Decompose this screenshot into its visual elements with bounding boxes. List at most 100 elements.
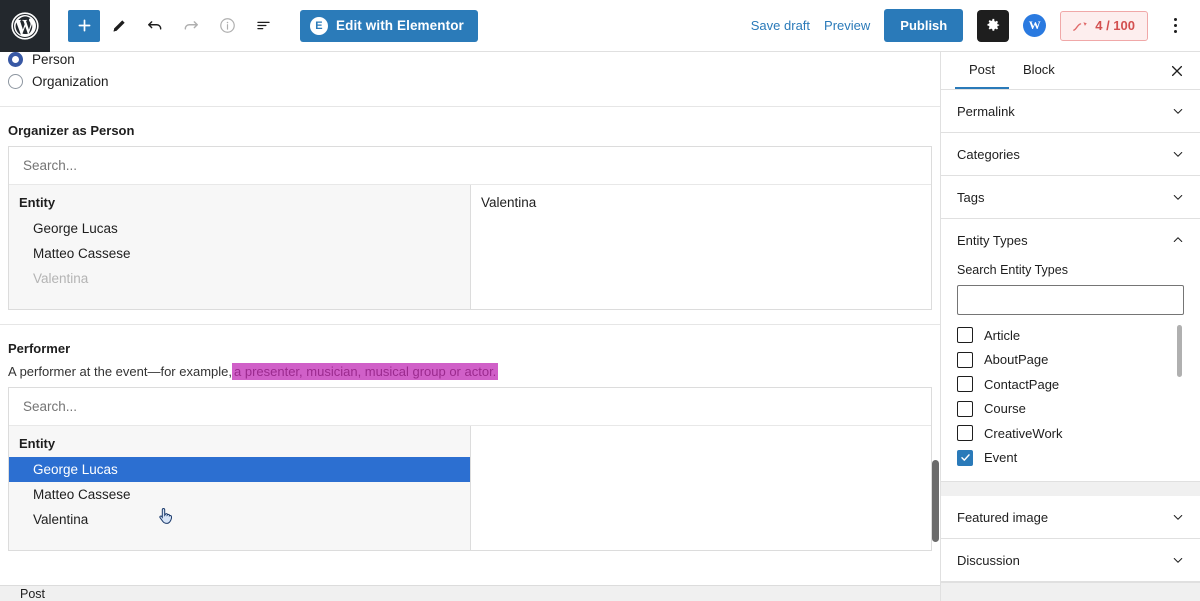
entity-type-label: Course — [984, 401, 1026, 417]
checkbox-course[interactable] — [957, 400, 973, 417]
radio-person[interactable] — [8, 52, 23, 67]
tab-block[interactable]: Block — [1009, 52, 1069, 89]
chevron-down-icon — [1173, 194, 1183, 200]
save-draft-button[interactable]: Save draft — [751, 18, 810, 33]
entity-type-article[interactable]: Article — [957, 323, 1184, 348]
elementor-label: Edit with Elementor — [336, 18, 464, 33]
redo-arrow-icon — [184, 20, 198, 30]
performer-description-plain: A performer at the event—for example, — [8, 364, 232, 379]
entity-kind-person-label: Person — [32, 52, 75, 67]
entity-type-label: Event — [984, 450, 1018, 466]
chevron-down-icon — [1173, 557, 1183, 563]
checkbox-creativework[interactable] — [957, 425, 973, 442]
organizer-field-label: Organizer as Person — [8, 123, 135, 138]
entity-types-list: Article AboutPage ContactPage Course Cre… — [957, 323, 1184, 467]
undo-button[interactable] — [138, 9, 172, 43]
entity-type-label: Article — [984, 327, 1021, 343]
entity-types-search-label: Search Entity Types — [957, 263, 1068, 277]
panel-tags-header[interactable]: Tags — [941, 176, 1200, 218]
entity-kind-organization-option[interactable]: Organization — [0, 70, 940, 92]
organizer-entity-picker: Search... Entity George Lucas Matteo Cas… — [8, 146, 932, 310]
performer-search-input[interactable]: Search... — [9, 388, 931, 426]
entity-type-aboutpage[interactable]: AboutPage — [957, 348, 1184, 373]
panel-permalink-header[interactable]: Permalink — [941, 90, 1200, 132]
sidebar-bottom-fill — [941, 582, 1200, 601]
panel-tags: Tags — [941, 176, 1200, 219]
edit-mode-button[interactable] — [102, 9, 136, 43]
entity-kind-organization-label: Organization — [32, 73, 109, 89]
checkbox-contactpage[interactable] — [957, 376, 973, 393]
details-info-button[interactable] — [210, 9, 244, 43]
seo-trend-icon — [1073, 21, 1087, 31]
entity-kind-person-option[interactable]: Person — [0, 52, 940, 70]
seo-score-badge[interactable]: 4 / 100 — [1060, 10, 1148, 41]
entity-type-course[interactable]: Course — [957, 397, 1184, 422]
publish-button[interactable]: Publish — [884, 9, 964, 42]
wordlift-badge[interactable]: W — [1023, 14, 1047, 37]
content-scrollbar-thumb[interactable] — [932, 460, 939, 542]
panel-entity-types: Entity Types Search Entity Types Article… — [941, 219, 1200, 482]
performer-entity-picker: Search... Entity George Lucas Matteo Cas… — [8, 387, 932, 551]
plus-icon — [78, 19, 90, 32]
toolbar-right-group: Save draft Preview Publish W 4 / 100 — [751, 9, 1200, 42]
organizer-column-header: Entity — [19, 195, 56, 210]
entity-type-event[interactable]: Event — [957, 446, 1184, 468]
tab-post[interactable]: Post — [955, 52, 1010, 89]
close-sidebar-button[interactable] — [1158, 52, 1196, 89]
organizer-selected-list: Valentina — [471, 185, 931, 309]
performer-selected-list — [471, 426, 931, 550]
kebab-menu-icon — [1173, 18, 1177, 21]
list-item[interactable]: Valentina — [9, 266, 470, 291]
entity-types-body: Search Entity Types Article AboutPage Co… — [941, 261, 1200, 481]
panel-categories-header[interactable]: Categories — [941, 133, 1200, 175]
entity-types-scrollbar-thumb[interactable] — [1177, 325, 1182, 377]
chevron-down-icon — [1173, 108, 1183, 114]
performer-available-list: Entity George Lucas Matteo Cassese Valen… — [9, 426, 471, 550]
performer-field-label: Performer — [8, 341, 71, 356]
panel-discussion-label: Discussion — [957, 552, 1020, 568]
list-item[interactable]: George Lucas — [9, 216, 470, 241]
panel-featured-image-header[interactable]: Featured image — [941, 496, 1200, 538]
info-circle-icon — [219, 18, 235, 33]
entity-type-label: AboutPage — [984, 352, 1049, 368]
settings-button[interactable] — [977, 9, 1010, 42]
panel-permalink: Permalink — [941, 90, 1200, 133]
chevron-up-icon — [1173, 237, 1183, 243]
list-item[interactable]: Matteo Cassese — [9, 241, 470, 266]
radio-organization[interactable] — [8, 73, 23, 89]
list-item[interactable]: George Lucas — [9, 457, 470, 482]
list-view-button[interactable] — [246, 9, 280, 43]
undo-arrow-icon — [148, 20, 162, 30]
panel-categories-label: Categories — [957, 146, 1020, 162]
performer-description: A performer at the event—for example, a p… — [0, 363, 940, 387]
entity-types-search-input[interactable] — [957, 285, 1184, 315]
list-item[interactable]: Valentina — [9, 507, 470, 532]
more-options-button[interactable] — [1162, 11, 1188, 41]
redo-button[interactable] — [174, 9, 208, 43]
list-item[interactable]: Valentina — [471, 185, 931, 210]
panel-permalink-label: Permalink — [957, 103, 1015, 119]
entity-type-contactpage[interactable]: ContactPage — [957, 372, 1184, 397]
preview-button[interactable]: Preview — [824, 18, 870, 33]
performer-column-header: Entity — [19, 436, 56, 451]
panel-featured-image-label: Featured image — [957, 509, 1049, 525]
organizer-search-input[interactable]: Search... — [9, 147, 931, 185]
checkbox-article[interactable] — [957, 327, 973, 344]
list-view-icon — [256, 21, 270, 30]
list-item[interactable]: Matteo Cassese — [9, 482, 470, 507]
sidebar-tabs: Post Block — [941, 52, 1200, 90]
checkbox-aboutpage[interactable] — [957, 351, 973, 368]
add-block-button[interactable] — [68, 9, 100, 42]
breadcrumb: Post — [0, 585, 940, 601]
panel-entity-types-header[interactable]: Entity Types — [941, 219, 1200, 261]
panel-categories: Categories — [941, 133, 1200, 176]
elementor-logo-icon: E — [310, 16, 328, 35]
edit-with-elementor-button[interactable]: E Edit with Elementor — [300, 9, 478, 42]
entity-type-creativework[interactable]: CreativeWork — [957, 421, 1184, 446]
breadcrumb-item-post[interactable]: Post — [0, 587, 45, 601]
entity-type-label: CreativeWork — [984, 425, 1063, 441]
panel-discussion-header[interactable]: Discussion — [941, 539, 1200, 581]
checkbox-event[interactable] — [957, 449, 973, 466]
wordpress-logo-icon[interactable] — [0, 0, 50, 52]
panel-featured-image: Featured image — [941, 496, 1200, 539]
